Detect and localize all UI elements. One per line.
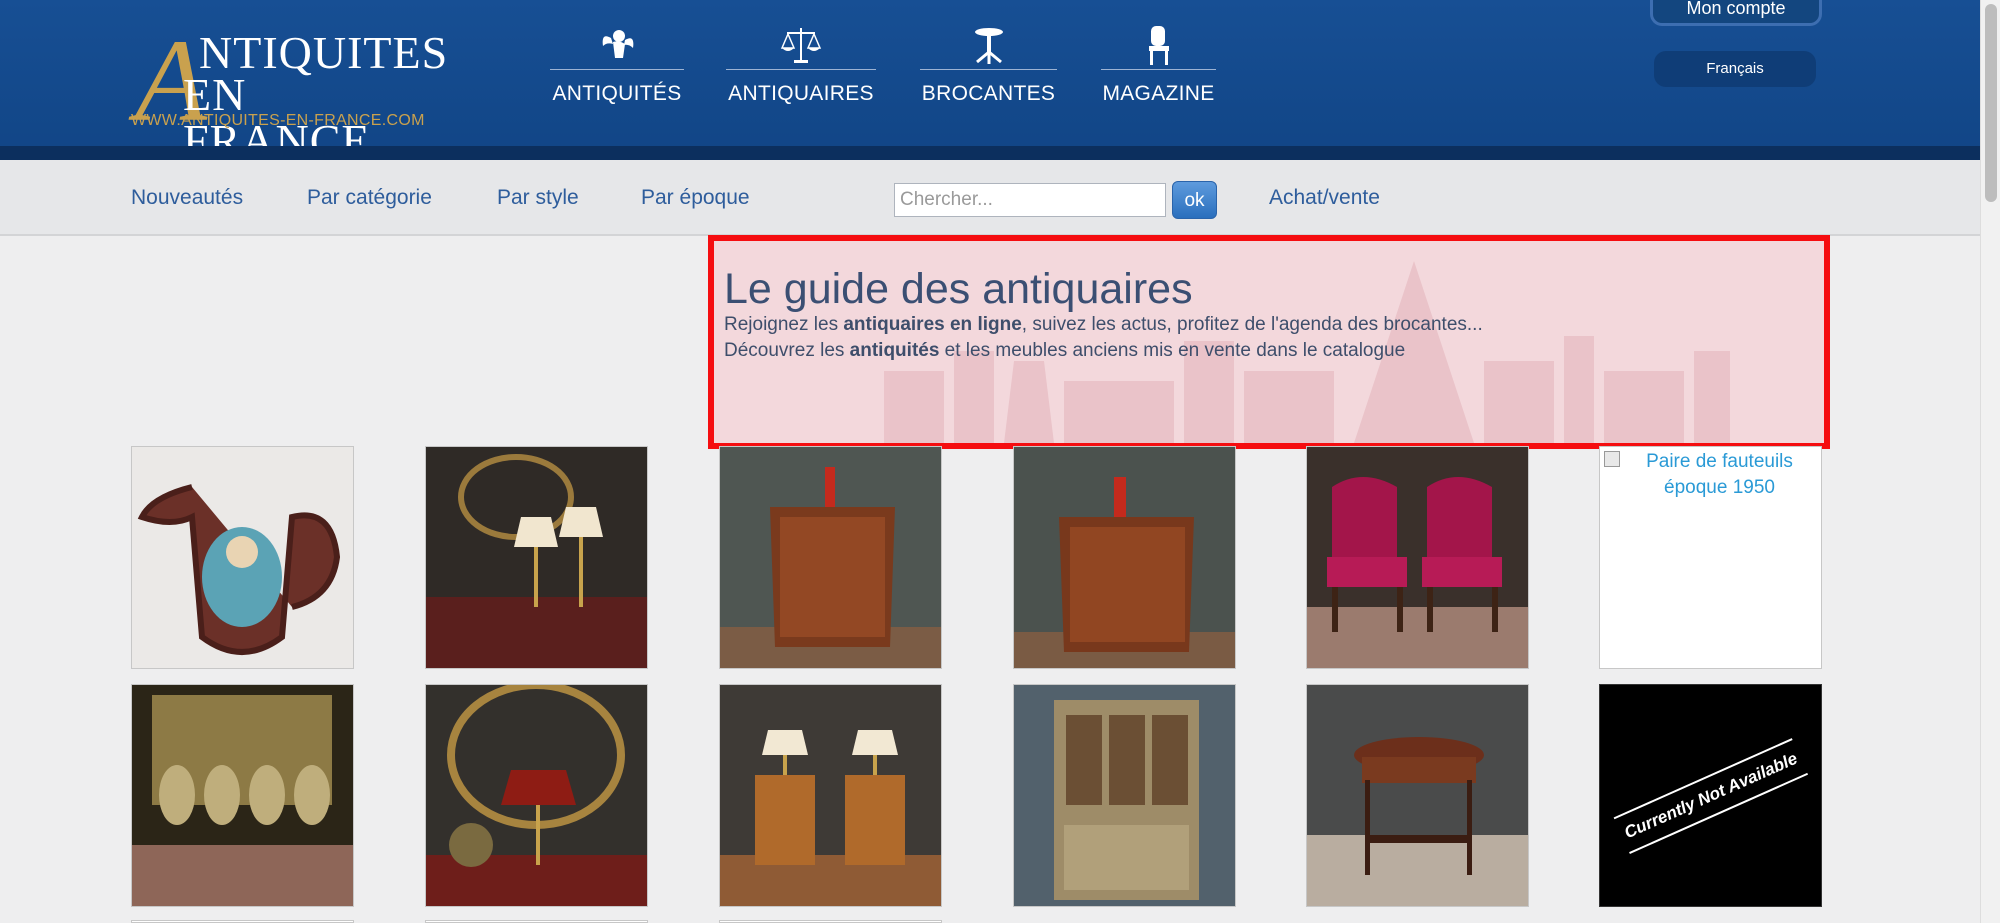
bookcase-image	[1014, 685, 1235, 906]
product-thumbnail[interactable]	[131, 446, 354, 669]
not-available-label: Currently Not Available	[1613, 737, 1808, 854]
chair-icon	[1148, 26, 1169, 65]
subnav-par-categorie[interactable]: Par catégorie	[307, 186, 432, 210]
hero-line-2: Découvrez les antiquités et les meubles …	[724, 340, 1406, 361]
sub-navigation: Nouveautés Par catégorie Par style Par é…	[0, 160, 1980, 236]
bouillotte-lamps-image	[426, 447, 647, 668]
site-logo[interactable]: A NTIQUITES EN FRANCE WWW.ANTIQUITES-EN-…	[131, 22, 447, 164]
armchairs-pair-image	[1307, 447, 1528, 668]
product-thumbnail[interactable]	[1013, 446, 1236, 669]
hero-line-1: Rejoignez les antiquaires en ligne, suiv…	[724, 314, 1483, 335]
nightstands-pair-image	[720, 685, 941, 906]
broken-image-alt: Paire de fauteuils époque 1950	[1600, 447, 1821, 501]
product-thumbnail[interactable]	[425, 446, 648, 669]
cherub-icon	[602, 30, 634, 58]
product-thumbnail[interactable]	[1306, 446, 1529, 669]
nav-label: MAGAZINE	[1102, 82, 1215, 105]
account-button[interactable]: Mon compte	[1650, 0, 1822, 26]
product-thumbnail[interactable]	[1306, 684, 1529, 907]
logo-url: WWW.ANTIQUITES-EN-FRANCE.COM	[131, 112, 425, 129]
nav-label: ANTIQUITÉS	[552, 82, 682, 105]
nav-antiquites[interactable]: ANTIQUITÉS	[550, 20, 684, 110]
nav-brocantes[interactable]: BROCANTES	[920, 20, 1057, 110]
product-thumbnail[interactable]	[425, 684, 648, 907]
link-antiquaires-en-ligne[interactable]: antiquaires en ligne	[843, 314, 1021, 335]
site-header: A NTIQUITES EN FRANCE WWW.ANTIQUITES-EN-…	[0, 0, 1980, 164]
kidney-table-image	[1307, 685, 1528, 906]
nav-label: BROCANTES	[921, 82, 1056, 105]
hero-title: Le guide des antiquaires	[724, 265, 1193, 313]
product-thumbnail-broken[interactable]: Paire de fauteuils époque 1950	[1599, 446, 1822, 669]
subnav-achat-vente[interactable]: Achat/vente	[1269, 186, 1380, 210]
subnav-par-style[interactable]: Par style	[497, 186, 579, 210]
language-selector[interactable]: Français	[1654, 51, 1816, 87]
vertical-scrollbar[interactable]	[1980, 0, 2000, 923]
search-input[interactable]	[894, 183, 1166, 217]
product-thumbnail[interactable]	[131, 684, 354, 907]
product-thumbnail[interactable]	[719, 446, 942, 669]
nav-label: ANTIQUAIRES	[728, 82, 874, 105]
product-thumbnail-unavailable[interactable]: Currently Not Available	[1599, 684, 1822, 907]
bouillotte-lamp-image	[426, 685, 647, 906]
nav-antiquaires[interactable]: ANTIQUAIRES	[726, 20, 876, 110]
broken-image-icon	[1604, 451, 1620, 467]
majolica-jug-image	[132, 447, 353, 668]
product-thumbnail[interactable]	[1013, 684, 1236, 907]
search-button[interactable]: ok	[1172, 181, 1217, 219]
corner-cabinet-image	[720, 447, 941, 668]
scales-icon	[780, 28, 822, 63]
scrollbar-thumb[interactable]	[1985, 4, 1997, 202]
pedestal-table-icon	[974, 28, 1003, 64]
nav-magazine[interactable]: MAGAZINE	[1101, 20, 1216, 110]
medallion-chairs-image	[132, 685, 353, 906]
header-band	[0, 146, 1980, 160]
link-antiquites[interactable]: antiquités	[850, 340, 940, 361]
subnav-nouveautes[interactable]: Nouveautés	[131, 186, 243, 210]
hero-banner: Le guide des antiquaires Rejoignez les a…	[708, 235, 1830, 449]
corner-cabinet-image	[1014, 447, 1235, 668]
subnav-par-epoque[interactable]: Par époque	[641, 186, 750, 210]
product-thumbnail[interactable]	[719, 684, 942, 907]
